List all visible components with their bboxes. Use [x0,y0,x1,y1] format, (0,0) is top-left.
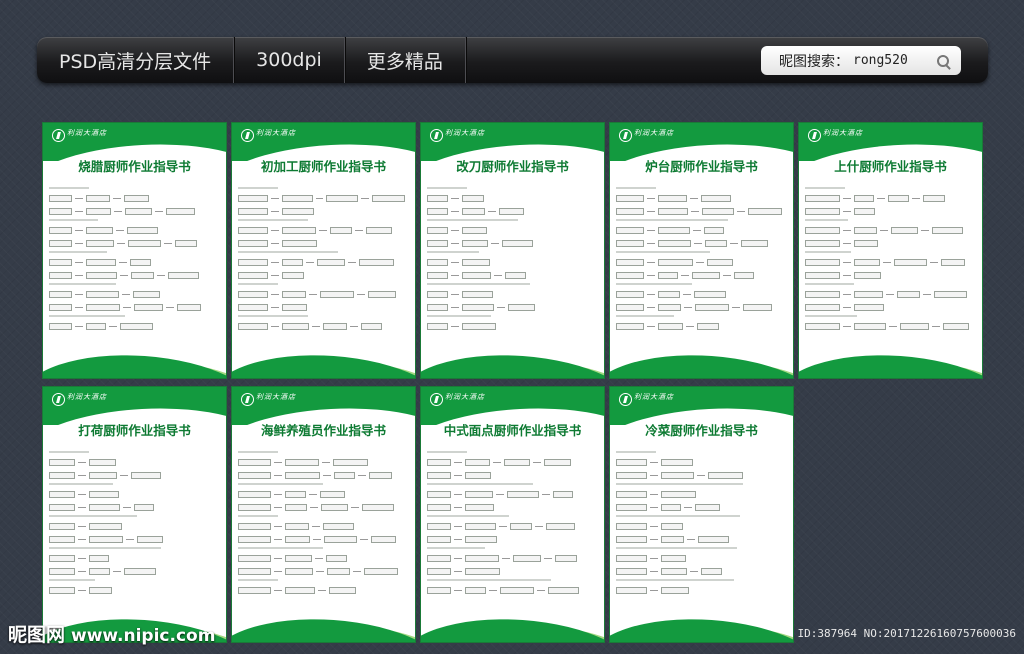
card-footer [43,347,226,378]
toolbar-item-dpi[interactable]: 300dpi [234,37,345,83]
hotel-name: 利润大酒店 [256,393,296,401]
document-card[interactable]: 利润大酒店 炉台厨师作业指导书 [610,123,793,378]
card-title: 初加工厨师作业指导书 [260,159,386,174]
document-card[interactable]: 利润大酒店 烧腊厨师作业指导书 [43,123,226,378]
top-toolbar: PSD高清分层文件 300dpi 更多精品 昵图搜索： rong520 [37,37,988,83]
search-value: rong520 [853,53,908,68]
card-body [49,183,219,343]
hotel-logo-icon [430,129,443,142]
card-body [805,183,975,343]
card-footer [610,347,793,378]
document-card[interactable]: 利润大酒店 初加工厨师作业指导书 [232,123,415,378]
search-label: 昵图搜索： [779,53,849,70]
card-footer [799,347,982,378]
hotel-name: 利润大酒店 [823,129,863,137]
toolbar-item-more[interactable]: 更多精品 [345,37,466,83]
search-icon[interactable] [937,55,949,67]
hotel-name: 利润大酒店 [445,129,485,137]
hotel-name: 利润大酒店 [634,393,674,401]
hotel-logo-icon [430,393,443,406]
hotel-name: 利润大酒店 [67,393,107,401]
hotel-logo-icon [619,393,632,406]
card-title: 打荷厨师作业指导书 [78,423,191,438]
document-card[interactable]: 利润大酒店 冷菜厨师作业指导书 [610,387,793,642]
card-footer [421,611,604,642]
document-card[interactable]: 利润大酒店 上什厨师作业指导书 [799,123,982,378]
card-body [427,447,597,607]
card-body [616,183,786,343]
hotel-logo-icon [52,129,65,142]
document-card[interactable]: 利润大酒店 打荷厨师作业指导书 [43,387,226,642]
hotel-logo-icon [619,129,632,142]
card-footer [421,347,604,378]
card-body [238,183,408,343]
card-title: 上什厨师作业指导书 [834,159,947,174]
hotel-name: 利润大酒店 [67,129,107,137]
hotel-name: 利润大酒店 [445,393,485,401]
hotel-logo-icon [241,129,254,142]
toolbar-item-psd[interactable]: PSD高清分层文件 [37,37,235,83]
card-body [427,183,597,343]
document-card[interactable]: 利润大酒店 改刀厨师作业指导书 [421,123,604,378]
card-body [616,447,786,607]
card-title: 中式面点厨师作业指导书 [443,423,582,438]
watermark-logo: 昵图网 www.nipic.com [8,620,215,647]
watermark-id: ID:387964 NO:20171226160757600036 [797,627,1016,640]
hotel-name: 利润大酒店 [634,129,674,137]
document-card[interactable]: 利润大酒店 海鲜养殖员作业指导书 [232,387,415,642]
card-title: 炉台厨师作业指导书 [645,159,758,174]
card-body [49,447,219,607]
hotel-logo-icon [241,393,254,406]
card-footer [232,347,415,378]
card-footer [232,611,415,642]
card-title: 冷菜厨师作业指导书 [645,423,758,438]
watermark-logo-text: 昵图网 [8,624,66,646]
search-box[interactable]: 昵图搜索： rong520 [761,46,961,75]
card-footer [610,611,793,642]
card-title: 烧腊厨师作业指导书 [78,159,191,174]
card-body [238,447,408,607]
document-card[interactable]: 利润大酒店 中式面点厨师作业指导书 [421,387,604,642]
card-title: 海鲜养殖员作业指导书 [260,423,386,438]
hotel-name: 利润大酒店 [256,129,296,137]
hotel-logo-icon [52,393,65,406]
watermark-url: www.nipic.com [71,626,216,646]
hotel-logo-icon [808,129,821,142]
card-title: 改刀厨师作业指导书 [456,159,569,174]
